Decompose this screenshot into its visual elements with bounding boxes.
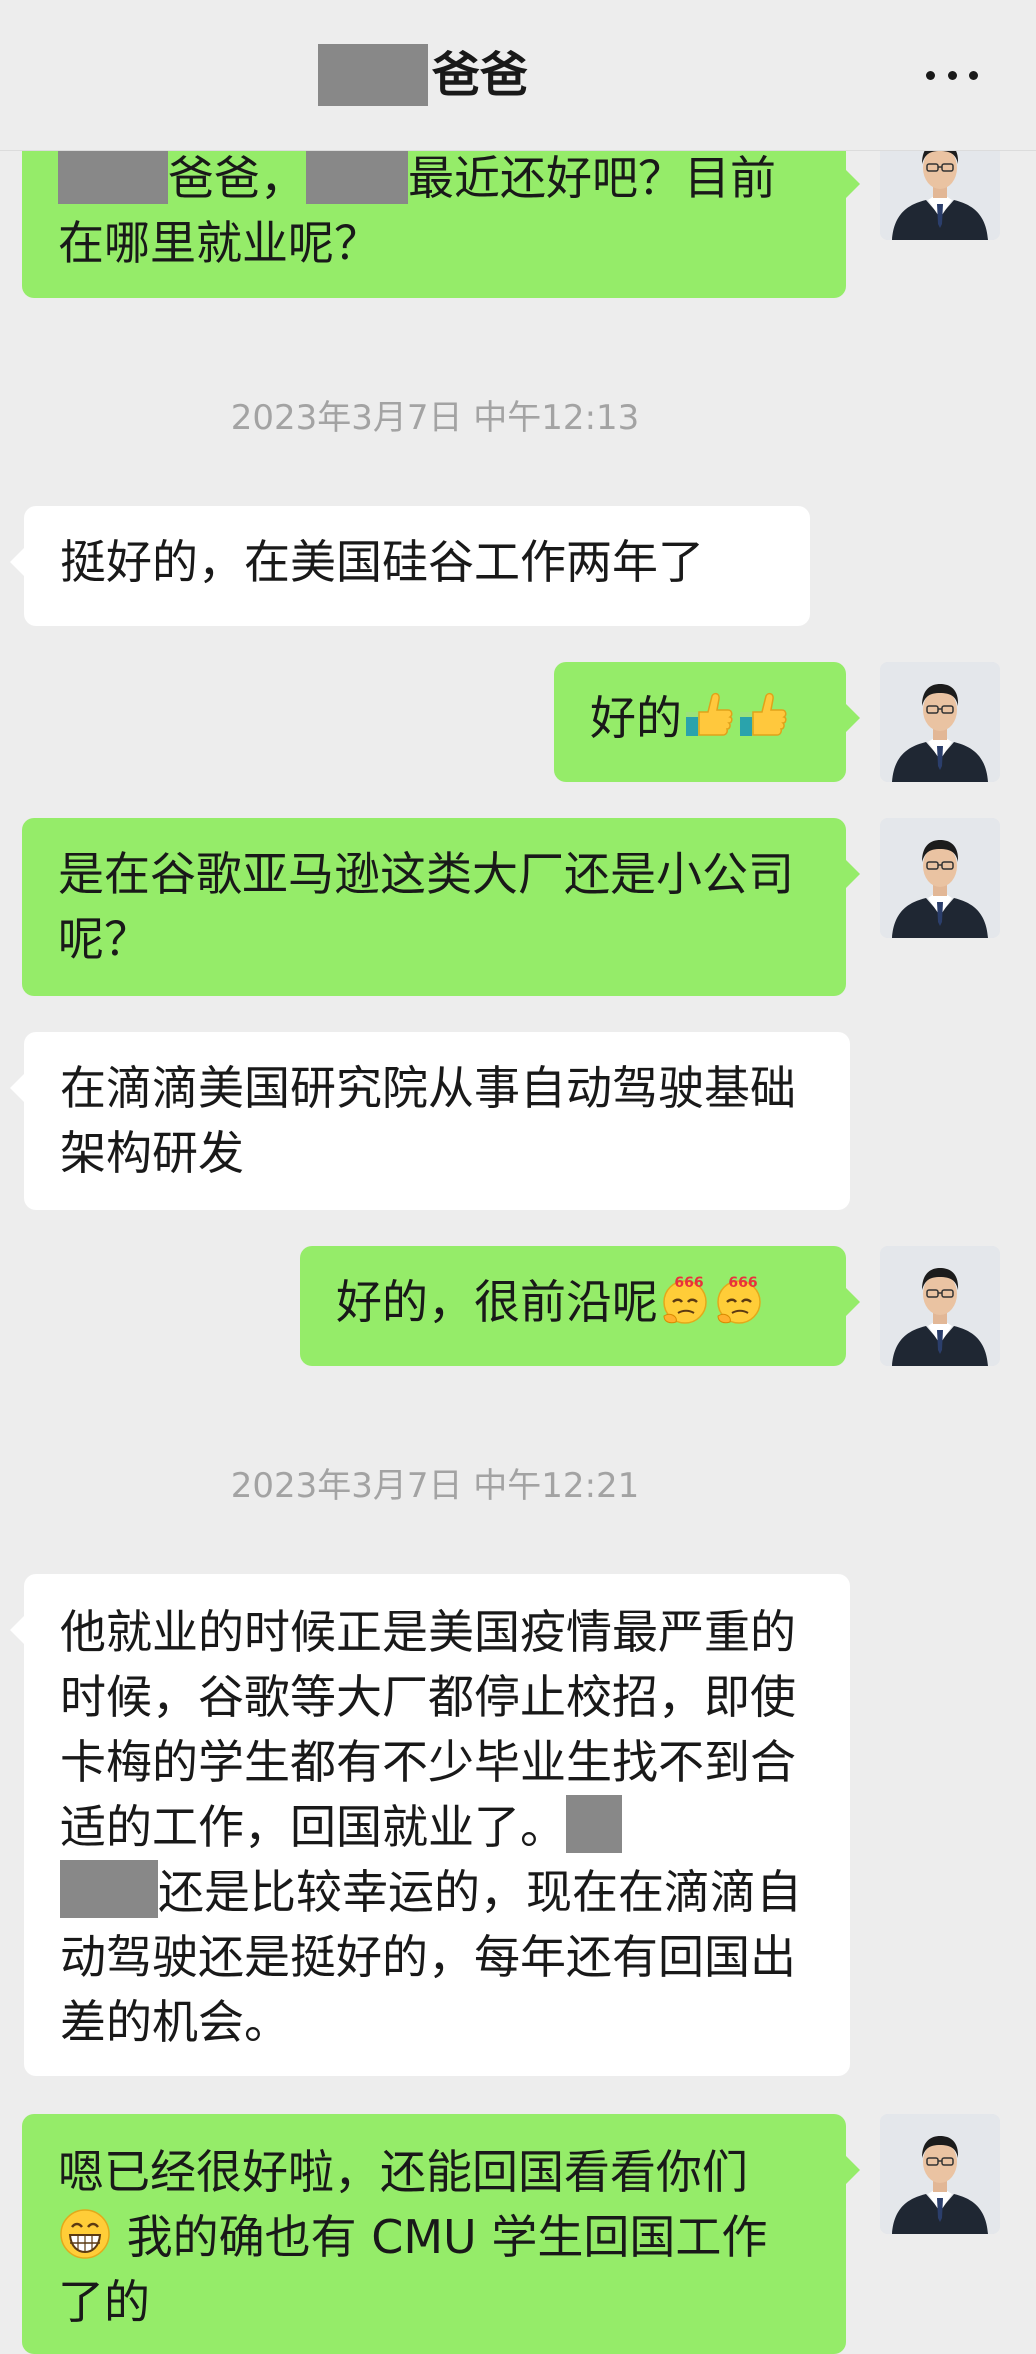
chat-header: 爸爸: [0, 0, 1036, 151]
thumbs-up-emoji: [682, 688, 736, 742]
message-bubble-received[interactable]: 在滴滴美国研究院从事自动驾驶基础架构研发: [10, 1032, 850, 1210]
message-text: 好的，很前沿呢: [336, 1275, 658, 1329]
svg-text:666: 666: [674, 1275, 703, 1291]
avatar[interactable]: [880, 1246, 1000, 1366]
message-bubble-sent[interactable]: 嗯已经很好啦，还能回国看看你们 我的确也有 CMU 学生回国工作了的: [22, 2114, 860, 2354]
message-bubble-sent[interactable]: 好的，很前沿呢 666 666: [300, 1246, 860, 1366]
message-text: 爸爸，: [168, 151, 306, 205]
message-bubble-received[interactable]: 挺好的，在美国硅谷工作两年了: [10, 506, 810, 626]
message-bubble-received[interactable]: 他就业的时候正是美国疫情最严重的时候，谷歌等大厂都停止校招，即使卡梅的学生都有不…: [10, 1574, 850, 2076]
redacted-name: [60, 1860, 158, 1918]
more-icon[interactable]: [926, 68, 978, 82]
thumbs-up-emoji: [736, 688, 790, 742]
message-text: 在滴滴美国研究院从事自动驾驶基础架构研发: [60, 1061, 796, 1180]
666-emoji: 666: [712, 1272, 766, 1326]
message-text: 还是比较幸运的，现在在滴滴自动驾驶还是挺好的，每年还有回国出差的机会。: [60, 1865, 802, 2049]
message-text: 嗯已经很好啦，还能回国看看你们: [58, 2145, 748, 2199]
message-text: 我的确也有 CMU 学生回国工作了的: [58, 2210, 768, 2329]
timestamp: 2023年3月7日 中午12:21: [230, 1466, 640, 1506]
message-text: 是在谷歌亚马逊这类大厂还是小公司呢？: [58, 847, 794, 966]
message-text: 好的: [590, 691, 682, 745]
avatar[interactable]: [880, 2114, 1000, 2234]
redacted-name: [306, 146, 408, 204]
svg-text:666: 666: [728, 1275, 757, 1291]
666-emoji: 666: [658, 1272, 712, 1326]
message-text: 他就业的时候正是美国疫情最严重的时候，谷歌等大厂都停止校招，即使卡梅的学生都有不…: [60, 1605, 796, 1854]
redacted-name: [58, 146, 168, 204]
timestamp: 2023年3月7日 中午12:13: [230, 398, 640, 438]
redacted-name: [566, 1795, 622, 1853]
redacted-name: [318, 44, 428, 106]
message-bubble-sent[interactable]: 是在谷歌亚马逊这类大厂还是小公司呢？: [22, 818, 860, 996]
chat-title-text: 爸爸: [432, 47, 529, 103]
chat-title: 爸爸: [318, 44, 528, 106]
avatar[interactable]: [880, 818, 1000, 938]
avatar[interactable]: [880, 662, 1000, 782]
message-bubble-sent[interactable]: 爸爸， 最近还好吧？目前在哪里就业呢？: [22, 128, 860, 298]
grin-emoji: [58, 2207, 112, 2261]
message-text: 挺好的，在美国硅谷工作两年了: [60, 535, 704, 589]
message-bubble-sent[interactable]: 好的: [554, 662, 860, 782]
